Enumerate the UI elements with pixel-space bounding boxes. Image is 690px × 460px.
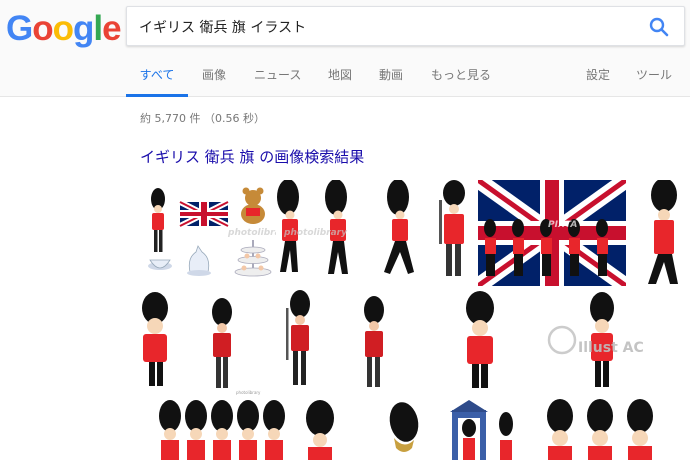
watermark-pixta: PIXTA [548, 220, 578, 230]
logo-letter: o [32, 9, 53, 48]
image-thumbnail[interactable] [458, 290, 508, 398]
guard-row-image [159, 400, 285, 460]
tab-more[interactable]: もっと見る [431, 66, 491, 97]
tab-news[interactable]: ニュース [254, 66, 301, 97]
marching-guard-image [648, 180, 678, 284]
front-guard-image [466, 291, 494, 388]
guard-with-rifle-image [439, 180, 465, 276]
results-stats: 約 5,770 件 （0.56 秒） [140, 112, 265, 125]
image-thumbnail[interactable] [158, 398, 288, 460]
svg-text:photolibrary: photolibrary [236, 390, 261, 395]
logo-letter: l [93, 9, 103, 48]
image-thumbnail[interactable] [630, 180, 690, 286]
search-tabs: すべて 画像 ニュース 地図 動画 もっと見る 設定 ツール [0, 66, 690, 97]
tab-tools[interactable]: ツール [636, 66, 672, 97]
header: Google すべて 画像 ニュース 地図 動画 もっと見る 設定 ツール [0, 0, 690, 97]
image-thumbnail[interactable]: photolibrary [140, 180, 276, 286]
logo-letter: o [52, 9, 74, 48]
union-jack-guards-image [478, 180, 626, 286]
bearskin-hat-image [389, 402, 419, 452]
search-box [126, 6, 685, 46]
tab-videos[interactable]: 動画 [379, 66, 403, 97]
watermark-photolibrary: photolibrary [284, 228, 347, 238]
logo-letter: G [6, 9, 33, 48]
image-thumbnail[interactable] [540, 398, 690, 460]
image-thumbnail[interactable]: Illust AC [544, 290, 690, 398]
search-input[interactable] [139, 17, 629, 37]
tab-images[interactable]: 画像 [202, 66, 226, 97]
logo-letter: e [102, 9, 121, 48]
image-thumbnail[interactable] [432, 180, 472, 286]
tab-maps[interactable]: 地図 [328, 66, 352, 97]
search-icon [649, 17, 669, 37]
tab-settings[interactable]: 設定 [586, 66, 610, 97]
image-thumbnail[interactable] [300, 398, 360, 460]
watermark-photolibrary: photolibrary [228, 228, 276, 238]
image-thumbnail[interactable]: PIXTA [478, 180, 626, 286]
logo-letter: g [73, 9, 94, 48]
search-button[interactable] [648, 16, 670, 38]
image-thumbnail[interactable] [444, 398, 520, 460]
google-logo[interactable]: Google [6, 9, 122, 49]
standing-guards-image: photolibrary [142, 290, 384, 395]
image-results-heading[interactable]: イギリス 衛兵 旗 の画像検索結果 [140, 146, 364, 167]
tab-all[interactable]: すべて [126, 66, 188, 97]
image-thumbnail[interactable]: photolibrary [140, 290, 432, 398]
image-thumbnail[interactable] [376, 398, 432, 460]
watermark-illust-ac: Illust AC [578, 340, 644, 356]
image-results-grid: photolibrary photolibrary [140, 180, 690, 460]
guard-portrait-image [306, 400, 334, 460]
guard-faces-image [547, 399, 653, 460]
sentry-box-guard-image [450, 400, 513, 460]
image-thumbnail[interactable]: photolibrary [276, 180, 428, 286]
